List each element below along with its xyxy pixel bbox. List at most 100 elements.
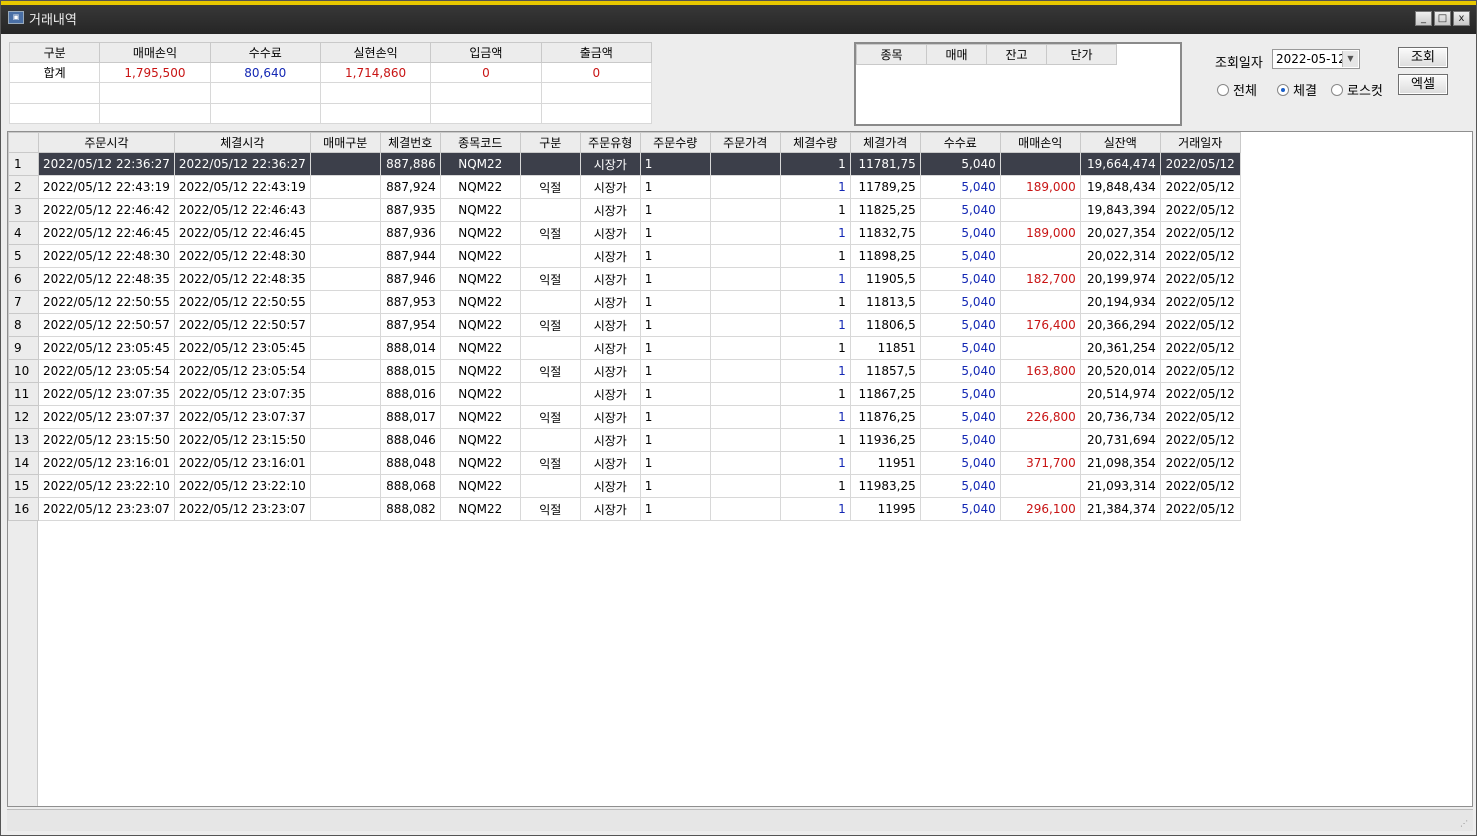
table-row[interactable]: 15 2022/05/12 23:22:10 2022/05/12 23:22:10… xyxy=(8,474,1241,498)
table-cell: 887,954 xyxy=(379,313,441,337)
radio-losscut-dot[interactable] xyxy=(1331,83,1343,96)
table-row[interactable]: 13 2022/05/12 23:15:50 2022/05/12 23:15:50… xyxy=(8,428,1241,452)
radio-all[interactable]: 전체 xyxy=(1217,80,1257,99)
radio-losscut[interactable]: 로스컷 xyxy=(1331,80,1383,99)
table-cell: NQM22 xyxy=(439,474,521,498)
trades-header[interactable]: 주문유형 xyxy=(579,132,641,153)
table-row[interactable]: 6 2022/05/12 22:48:35 2022/05/12 22:48:35 8… xyxy=(8,267,1241,291)
query-button[interactable]: 조회 xyxy=(1398,47,1448,68)
positions-header[interactable]: 단가 xyxy=(1046,44,1117,65)
trades-header[interactable]: 매매손익 xyxy=(999,132,1081,153)
trades-header[interactable]: 주문가격 xyxy=(709,132,781,153)
table-cell: 887,935 xyxy=(379,198,441,222)
table-row[interactable]: 8 2022/05/12 22:50:57 2022/05/12 22:50:57 8… xyxy=(8,313,1241,337)
radio-all-dot[interactable] xyxy=(1217,83,1229,96)
table-cell: 1 xyxy=(779,405,851,429)
chevron-down-icon[interactable]: ▼ xyxy=(1342,51,1358,67)
excel-button[interactable]: 엑셀 xyxy=(1398,74,1448,95)
table-row[interactable]: 3 2022/05/12 22:46:42 2022/05/12 22:46:43 8… xyxy=(8,198,1241,222)
table-cell: 2022/05/12 xyxy=(1159,382,1241,406)
table-row[interactable]: 11 2022/05/12 23:07:35 2022/05/12 23:07:35… xyxy=(8,382,1241,406)
trades-header[interactable]: 체결수량 xyxy=(779,132,851,153)
table-cell: 시장가 xyxy=(579,267,641,291)
table-cell: 20,366,294 xyxy=(1079,313,1161,337)
trades-header[interactable]: 체결번호 xyxy=(379,132,441,153)
trades-header[interactable]: 수수료 xyxy=(919,132,1001,153)
trades-header[interactable]: 주문수량 xyxy=(639,132,711,153)
table-cell: 2022/05/12 xyxy=(1159,313,1241,337)
row-number: 9 xyxy=(8,336,39,360)
table-cell: 2022/05/12 23:23:07 xyxy=(38,497,175,521)
trades-header[interactable]: 구분 xyxy=(519,132,581,153)
resize-grip-icon[interactable]: ⋰ xyxy=(1460,819,1470,829)
table-row[interactable]: 16 2022/05/12 23:23:07 2022/05/12 23:23:07… xyxy=(8,497,1241,521)
table-cell: 371,700 xyxy=(999,451,1081,475)
summary-header[interactable]: 구분 xyxy=(8,42,101,63)
summary-row[interactable] xyxy=(8,102,653,125)
positions-header[interactable]: 잔고 xyxy=(986,44,1047,65)
table-cell xyxy=(999,336,1081,360)
trades-header[interactable]: 체결가격 xyxy=(849,132,921,153)
summary-grid[interactable]: 구분 매매손익 수수료 실현손익 입금액 출금액 합계 1,795,500 80,640 1,7… xyxy=(8,42,653,125)
radio-filled[interactable]: 체결 xyxy=(1277,80,1317,99)
table-cell: 시장가 xyxy=(579,221,641,245)
table-cell: 2022/05/12 23:15:50 xyxy=(173,428,311,452)
table-row[interactable]: 12 2022/05/12 23:07:37 2022/05/12 23:07:37… xyxy=(8,405,1241,429)
summary-header[interactable]: 입금액 xyxy=(430,42,542,63)
row-number: 7 xyxy=(8,290,39,314)
trades-header[interactable]: 거래일자 xyxy=(1159,132,1241,153)
table-cell xyxy=(309,313,381,337)
corner-header[interactable] xyxy=(8,132,39,153)
trades-header[interactable]: 종목코드 xyxy=(439,132,521,153)
table-cell: 2022/05/12 xyxy=(1159,451,1241,475)
date-picker[interactable]: 2022-05-12 ▼ xyxy=(1272,49,1360,69)
table-cell: 시장가 xyxy=(579,405,641,429)
summary-cell: 0 xyxy=(430,61,542,84)
title-bar[interactable]: ▣ 거래내역 _ □ x xyxy=(1,1,1476,34)
summary-header[interactable]: 수수료 xyxy=(209,42,321,63)
table-cell: 1 xyxy=(779,198,851,222)
trades-table[interactable]: 주문시각 체결시각 매매구분 체결번호 종목코드 구분 주문유형 주문수량 주문가격 체결수량 체결… xyxy=(8,132,1241,521)
table-cell: 1 xyxy=(639,267,711,291)
table-cell: 시장가 xyxy=(579,175,641,199)
trades-header[interactable]: 체결시각 xyxy=(173,132,311,153)
summary-header[interactable]: 출금액 xyxy=(540,42,653,63)
table-cell: 1 xyxy=(639,221,711,245)
table-cell: 21,093,314 xyxy=(1079,474,1161,498)
row-number: 16 xyxy=(8,497,39,521)
summary-header[interactable]: 실현손익 xyxy=(319,42,432,63)
table-row[interactable]: 1 2022/05/12 22:36:27 2022/05/12 22:36:27 8… xyxy=(8,152,1241,176)
table-row[interactable]: 10 2022/05/12 23:05:54 2022/05/12 23:05:54… xyxy=(8,359,1241,383)
table-cell: 11813,5 xyxy=(849,290,921,314)
app-icon[interactable]: ▣ xyxy=(8,11,24,24)
row-number: 13 xyxy=(8,428,39,452)
table-row[interactable]: 7 2022/05/12 22:50:55 2022/05/12 22:50:55 8… xyxy=(8,290,1241,314)
trades-header[interactable]: 주문시각 xyxy=(38,132,175,153)
table-row[interactable]: 5 2022/05/12 22:48:30 2022/05/12 22:48:30 8… xyxy=(8,244,1241,268)
table-cell: 176,400 xyxy=(999,313,1081,337)
table-cell: 1 xyxy=(779,336,851,360)
table-row[interactable]: 2 2022/05/12 22:43:19 2022/05/12 22:43:19 8… xyxy=(8,175,1241,199)
summary-row[interactable] xyxy=(8,82,653,104)
table-row[interactable]: 4 2022/05/12 22:46:45 2022/05/12 22:46:45 8… xyxy=(8,221,1241,245)
positions-grid[interactable]: 종목 매매 잔고 단가 xyxy=(854,42,1182,126)
minimize-button[interactable]: _ xyxy=(1415,11,1432,26)
trades-header[interactable]: 실잔액 xyxy=(1079,132,1161,153)
table-row[interactable]: 14 2022/05/12 23:16:01 2022/05/12 23:16:01… xyxy=(8,451,1241,475)
table-cell: 1 xyxy=(639,198,711,222)
close-button[interactable]: x xyxy=(1453,11,1470,26)
summary-header[interactable]: 매매손익 xyxy=(99,42,211,63)
maximize-button[interactable]: □ xyxy=(1434,11,1451,26)
trades-grid[interactable]: 주문시각 체결시각 매매구분 체결번호 종목코드 구분 주문유형 주문수량 주문가격 체결수량 체결… xyxy=(7,131,1473,807)
table-cell: 2022/05/12 xyxy=(1159,405,1241,429)
trades-header[interactable]: 매매구분 xyxy=(309,132,381,153)
table-row[interactable]: 9 2022/05/12 23:05:45 2022/05/12 23:05:45 8… xyxy=(8,336,1241,360)
table-cell xyxy=(999,244,1081,268)
summary-cell xyxy=(319,82,432,104)
radio-filled-dot[interactable] xyxy=(1277,83,1289,96)
positions-header[interactable]: 매매 xyxy=(926,44,987,65)
positions-header[interactable]: 종목 xyxy=(856,44,927,65)
summary-row[interactable]: 합계 1,795,500 80,640 1,714,860 0 0 xyxy=(8,61,653,84)
table-cell: 20,736,734 xyxy=(1079,405,1161,429)
table-cell: 익절 xyxy=(519,175,581,199)
